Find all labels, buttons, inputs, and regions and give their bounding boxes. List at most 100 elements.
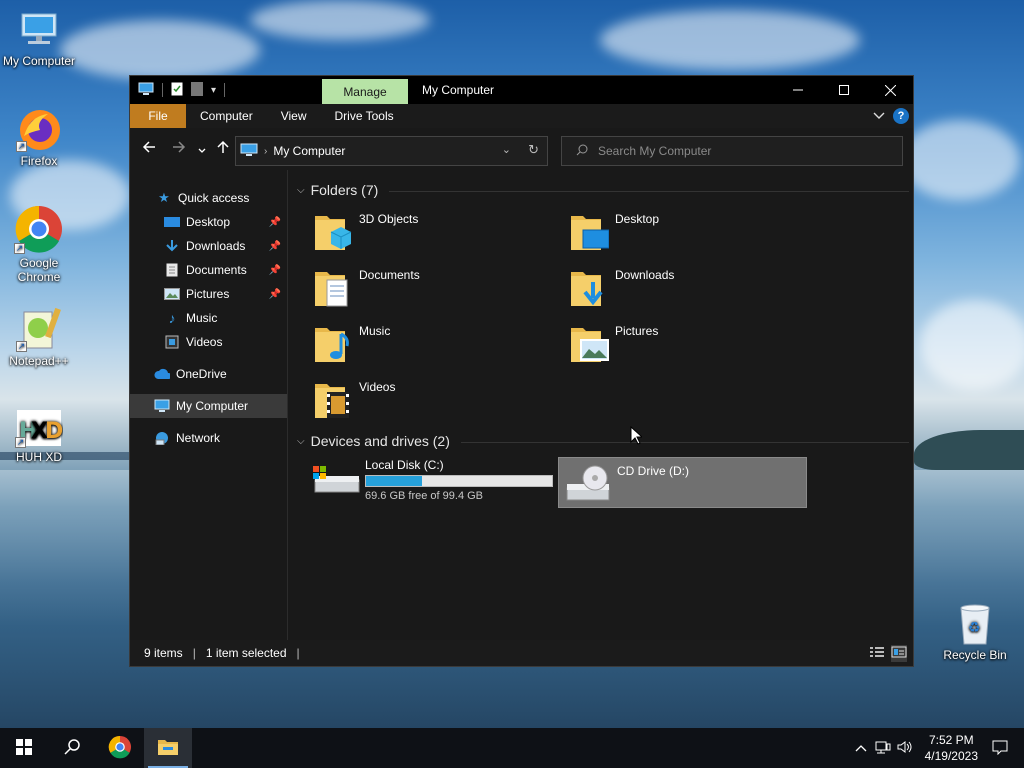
folder-label: Videos: [359, 380, 396, 394]
desktop-folder-icon: [164, 214, 180, 230]
expand-ribbon-icon[interactable]: [873, 109, 885, 123]
folder-3d-objects[interactable]: 3D Objects: [313, 210, 418, 254]
refresh-icon[interactable]: ↻: [528, 142, 539, 158]
content-pane: ⌵ Folders (7) 3D Objects Desktop Documen…: [289, 170, 913, 642]
group-title: Folders (7): [310, 182, 379, 198]
desktop-icon-label: Google Chrome: [17, 256, 61, 284]
desktop-icon-google-chrome[interactable]: ↗ Google Chrome: [1, 204, 77, 284]
cd-drive-icon: [565, 464, 613, 504]
desktop-icon-recycle-bin[interactable]: ♻ Recycle Bin: [937, 602, 1013, 662]
breadcrumb[interactable]: My Computer: [273, 144, 345, 158]
pin-icon: 📌: [268, 216, 281, 228]
folder-downloads[interactable]: Downloads: [569, 266, 674, 310]
network-icon: [154, 430, 170, 446]
drive-cd-drive-d-tile[interactable]: CD Drive (D:): [558, 457, 807, 508]
downloads-folder-icon: [569, 266, 609, 310]
drive-info: Local Disk (C:) 69.6 GB free of 99.4 GB: [365, 458, 553, 502]
sidebar-item-music[interactable]: ♪ Music: [130, 306, 287, 330]
sidebar-item-pictures[interactable]: Pictures 📌: [130, 282, 287, 306]
taskbar-chrome-button[interactable]: [96, 728, 144, 768]
tiles-view-icon[interactable]: [891, 645, 907, 662]
folder-label: Desktop: [615, 212, 660, 226]
notifications-icon[interactable]: [992, 739, 1008, 758]
desktop-icon-huh-xd[interactable]: HXD ↗ HUH XD: [1, 408, 77, 464]
properties-icon[interactable]: [171, 82, 183, 99]
collapse-chevron-icon: ⌵: [297, 184, 305, 196]
close-button[interactable]: [867, 76, 913, 104]
taskbar-file-explorer-button[interactable]: [144, 728, 192, 768]
pin-icon: 📌: [268, 288, 281, 300]
firefox-icon: ↗: [16, 106, 62, 152]
pictures-folder-icon: [569, 322, 609, 366]
desktop-icon-label: Recycle Bin: [943, 648, 1007, 662]
details-view-icon[interactable]: [869, 645, 885, 662]
manage-context-tab[interactable]: Manage: [322, 79, 408, 105]
search-button[interactable]: [48, 728, 96, 768]
show-hidden-icons-icon[interactable]: [855, 741, 867, 755]
devices-group-header[interactable]: ⌵ Devices and drives (2): [297, 433, 450, 449]
folder-label: Downloads: [615, 268, 675, 282]
qat-separator: [162, 83, 163, 97]
new-folder-icon[interactable]: [191, 81, 203, 99]
folder-music[interactable]: Music: [313, 322, 390, 366]
up-button[interactable]: [216, 140, 230, 158]
ribbon-right: ?: [873, 108, 909, 124]
status-separator: |: [296, 646, 300, 660]
app-icon: HXD ↗: [15, 408, 63, 448]
desktop-folder-icon: [569, 210, 610, 254]
star-icon: ★: [158, 190, 170, 205]
sidebar-item-videos[interactable]: Videos: [130, 330, 287, 354]
search-icon: [576, 144, 588, 159]
tab-view[interactable]: View: [267, 104, 321, 128]
sidebar-item-network[interactable]: Network: [130, 426, 287, 450]
minimize-button[interactable]: [775, 76, 821, 104]
qat-separator: [224, 83, 226, 97]
3d-objects-folder-icon: [313, 210, 353, 254]
network-status-icon[interactable]: [875, 740, 891, 757]
tab-drive-tools[interactable]: Drive Tools: [320, 104, 407, 128]
sidebar-item-label: Videos: [186, 335, 223, 349]
desktop-icon-label: Firefox: [20, 154, 58, 168]
sidebar-item-downloads[interactable]: Downloads 📌: [130, 234, 287, 258]
tab-file[interactable]: File: [130, 104, 186, 128]
forward-button[interactable]: [172, 140, 186, 158]
group-divider: [389, 191, 909, 192]
status-separator: |: [192, 646, 196, 660]
back-button[interactable]: [142, 140, 156, 158]
downloads-icon: [164, 238, 180, 254]
volume-icon[interactable]: [897, 740, 913, 757]
clock-date: 4/19/2023: [924, 749, 978, 763]
sidebar-item-quick-access[interactable]: ★ Quick access: [130, 186, 287, 210]
search-input[interactable]: Search My Computer: [598, 144, 711, 158]
address-bar[interactable]: › My Computer ⌄ ↻: [235, 136, 548, 166]
desktop-icon-firefox[interactable]: ↗ Firefox: [1, 106, 77, 168]
status-bar: 9 items | 1 item selected |: [130, 640, 913, 666]
folder-documents[interactable]: Documents: [313, 266, 420, 310]
desktop-icon-label: HUH XD: [15, 450, 62, 464]
desktop-icon-my-computer[interactable]: My Computer: [1, 10, 77, 68]
sidebar-item-onedrive[interactable]: OneDrive: [130, 362, 287, 386]
drive-local-disk-c[interactable]: Local Disk (C:) 69.6 GB free of 99.4 GB: [307, 454, 553, 504]
folders-group-header[interactable]: ⌵ Folders (7): [297, 182, 378, 198]
desktop-icon-notepad-plus-plus[interactable]: ↗ Notepad++: [1, 306, 77, 368]
folder-pictures[interactable]: Pictures: [569, 322, 658, 366]
shortcut-arrow-icon: ↗: [14, 243, 25, 254]
sidebar-item-documents[interactable]: Documents 📌: [130, 258, 287, 282]
tab-computer[interactable]: Computer: [186, 104, 267, 128]
search-box[interactable]: Search My Computer: [561, 136, 903, 166]
sidebar-item-my-computer[interactable]: My Computer: [130, 394, 287, 418]
recent-locations-button[interactable]: [198, 142, 206, 159]
address-dropdown-icon[interactable]: ⌄: [502, 143, 511, 156]
file-explorer-window: ▾ Manage My Computer File Computer View …: [129, 75, 914, 667]
sidebar-item-desktop[interactable]: Desktop 📌: [130, 210, 287, 234]
folder-videos[interactable]: Videos: [313, 378, 395, 422]
clock[interactable]: 7:52 PM 4/19/2023: [925, 732, 978, 764]
maximize-button[interactable]: [821, 76, 867, 104]
customize-qat-icon[interactable]: ▾: [211, 85, 216, 96]
folder-desktop[interactable]: Desktop: [569, 210, 659, 254]
start-button[interactable]: [0, 728, 48, 768]
search-icon: [64, 738, 80, 758]
help-icon[interactable]: ?: [893, 108, 909, 124]
drive-info: CD Drive (D:): [617, 464, 689, 478]
sidebar-item-label: Network: [176, 431, 221, 445]
